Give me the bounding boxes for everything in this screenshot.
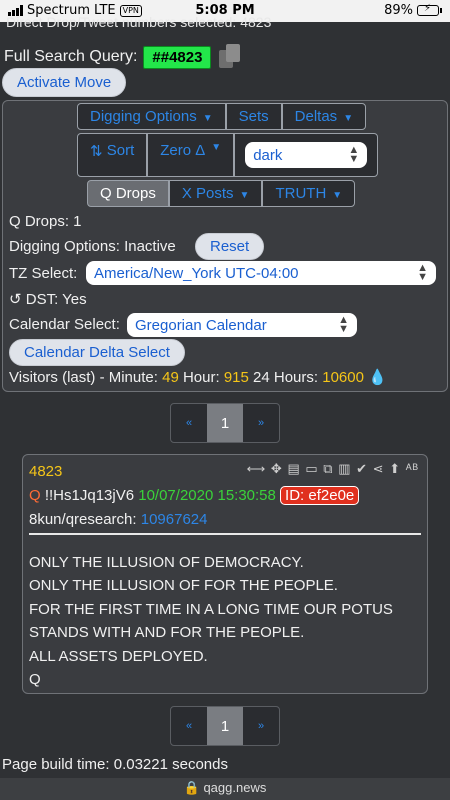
pagination-top: « 1 » — [170, 403, 280, 443]
lock-icon: 🔒 — [183, 780, 200, 795]
post-card: 4823 ⟷ ✥ ▤ ▭ ⧉ ▥ ✔ ⋖ ⬆ ᴬᴮ Q !!Hs1Jq13jV6… — [22, 454, 428, 694]
full-search-label: Full Search Query: — [4, 48, 138, 65]
divider — [29, 533, 421, 535]
post-author: Q — [29, 487, 41, 504]
pagination-bottom: « 1 » — [170, 706, 280, 746]
spellcheck-icon[interactable]: ᴬᴮ — [406, 461, 419, 476]
sort-button[interactable]: ⇅ Sort — [77, 133, 148, 177]
post-date: 10/07/2020 15:30:58 — [138, 487, 276, 504]
q-drops-count: Q Drops: 1 — [9, 213, 82, 230]
up-icon[interactable]: ⬆ — [389, 461, 401, 476]
digging-options-button[interactable]: Digging Options ▼ — [77, 103, 226, 130]
post-line: ALL ASSETS DEPLOYED. — [29, 647, 208, 665]
sort-icon: ⇅ — [90, 143, 103, 160]
selected-numbers-text: Direct Drop/Tweet numbers selected: 4823 — [6, 14, 272, 30]
post-body: ONLY THE ILLUSION OF DEMOCRACY. ONLY THE… — [29, 551, 393, 691]
calendar-delta-button[interactable]: Calendar Delta Select — [9, 339, 185, 366]
battery-icon: ⚡ — [417, 3, 439, 16]
post-line: Q — [29, 671, 41, 689]
select-arrows-icon: ▲ ▼ — [348, 144, 360, 165]
source-tabs: Q Drops X Posts ▼ TRUTH ▼ — [87, 180, 356, 207]
post-toolbar: ⟷ ✥ ▤ ▭ ⧉ ▥ ✔ ⋖ ⬆ ᴬᴮ — [247, 461, 419, 477]
vr-icon[interactable]: ▭ — [305, 461, 318, 476]
url-bar[interactable]: 🔒 qagg.news — [0, 778, 450, 800]
control-panel: Digging Options ▼ Sets Deltas ▼ ⇅ Sort Zer… — [2, 100, 448, 392]
water-drop-icon: 💧 — [368, 369, 387, 386]
theme-select[interactable]: dark ▲ ▼ — [245, 142, 368, 168]
activate-move-button[interactable]: Activate Move — [2, 68, 127, 97]
copy-icon[interactable] — [219, 44, 241, 70]
post-id-badge[interactable]: ID: ef2e0e — [280, 486, 360, 505]
page-prev-button[interactable]: « — [171, 707, 207, 745]
full-search-value: ##4823 — [143, 45, 212, 69]
post-line: FOR THE FIRST TIME IN A LONG TIME OUR PO… — [29, 600, 393, 618]
deltas-button[interactable]: Deltas ▼ — [281, 103, 367, 130]
status-right: 89% ⚡ — [384, 3, 442, 18]
caret-down-icon: ▼ — [202, 113, 213, 124]
digging-status: Digging Options: Inactive — [9, 238, 176, 255]
page-current[interactable]: 1 — [207, 707, 243, 745]
zero-delta-button[interactable]: Zero Δ ▼ — [147, 133, 235, 177]
move-icon[interactable]: ✥ — [271, 461, 283, 476]
page-build-time: Page build time: 0.03221 seconds — [2, 756, 228, 773]
visitors-minute: 49 — [162, 369, 179, 386]
full-search-query: Full Search Query: ##4823 — [4, 44, 241, 70]
tab-q-drops[interactable]: Q Drops — [87, 180, 169, 207]
post-number[interactable]: 4823 — [29, 463, 62, 480]
clipboard-icon[interactable]: ▥ — [338, 461, 351, 476]
caret-down-icon: ▼ — [332, 190, 343, 201]
post-link[interactable]: 10967624 — [141, 511, 208, 528]
tab-truth[interactable]: TRUTH ▼ — [262, 180, 356, 207]
tz-label: TZ Select: — [9, 265, 78, 282]
check-icon[interactable]: ✔ — [356, 461, 368, 476]
post-meta: Q !!Hs1Jq13jV6 10/07/2020 15:30:58 ID: e… — [29, 486, 360, 505]
visitors-day: 10600 — [322, 369, 364, 386]
visitors-line: Visitors (last) - Minute: 49 Hour: 915 2… — [9, 369, 387, 386]
battery-percent: 89% — [384, 3, 413, 18]
options-button-group: Digging Options ▼ Sets Deltas ▼ — [77, 103, 367, 130]
dst-line: ↺ DST: Yes — [9, 291, 87, 308]
calendar-select[interactable]: Gregorian Calendar ▲ ▼ — [127, 313, 357, 337]
document-icon[interactable]: ▤ — [287, 461, 300, 476]
page-prev-button[interactable]: « — [171, 404, 207, 442]
calendar-label: Calendar Select: — [9, 316, 120, 333]
caret-down-icon: ▼ — [239, 190, 250, 201]
tab-x-posts[interactable]: X Posts ▼ — [168, 180, 263, 207]
url-text: qagg.news — [203, 780, 267, 795]
page-next-button[interactable]: » — [243, 404, 279, 442]
undo-icon: ↺ — [9, 291, 22, 308]
post-line: STANDS WITH AND FOR THE PEOPLE. — [29, 624, 305, 642]
post-line: ONLY THE ILLUSION OF DEMOCRACY. — [29, 554, 304, 571]
copy-icon[interactable]: ⧉ — [323, 461, 333, 476]
reset-button[interactable]: Reset — [195, 233, 265, 260]
visitors-hour: 915 — [223, 369, 249, 386]
post-line: ONLY THE ILLUSION OF FOR THE PEOPLE. — [29, 577, 338, 595]
post-board: 8kun/qresearch: 10967624 — [29, 511, 208, 528]
theme-box: dark ▲ ▼ — [234, 133, 379, 177]
caret-down-icon: ▼ — [211, 142, 222, 153]
select-arrows-icon: ▲ ▼ — [338, 314, 349, 335]
caret-down-icon: ▼ — [343, 113, 354, 124]
sets-button[interactable]: Sets — [225, 103, 282, 130]
sort-button-group: ⇅ Sort Zero Δ ▼ dark ▲ ▼ — [77, 133, 379, 177]
tz-select[interactable]: America/New_York UTC-04:00 ▲ ▼ — [86, 261, 436, 285]
share-icon[interactable]: ⋖ — [373, 461, 385, 476]
page-current[interactable]: 1 — [207, 404, 243, 442]
page-next-button[interactable]: » — [243, 707, 279, 745]
post-tripcode: !!Hs1Jq13jV6 — [44, 487, 135, 504]
resize-icon[interactable]: ⟷ — [247, 461, 267, 476]
select-arrows-icon: ▲ ▼ — [417, 262, 428, 283]
